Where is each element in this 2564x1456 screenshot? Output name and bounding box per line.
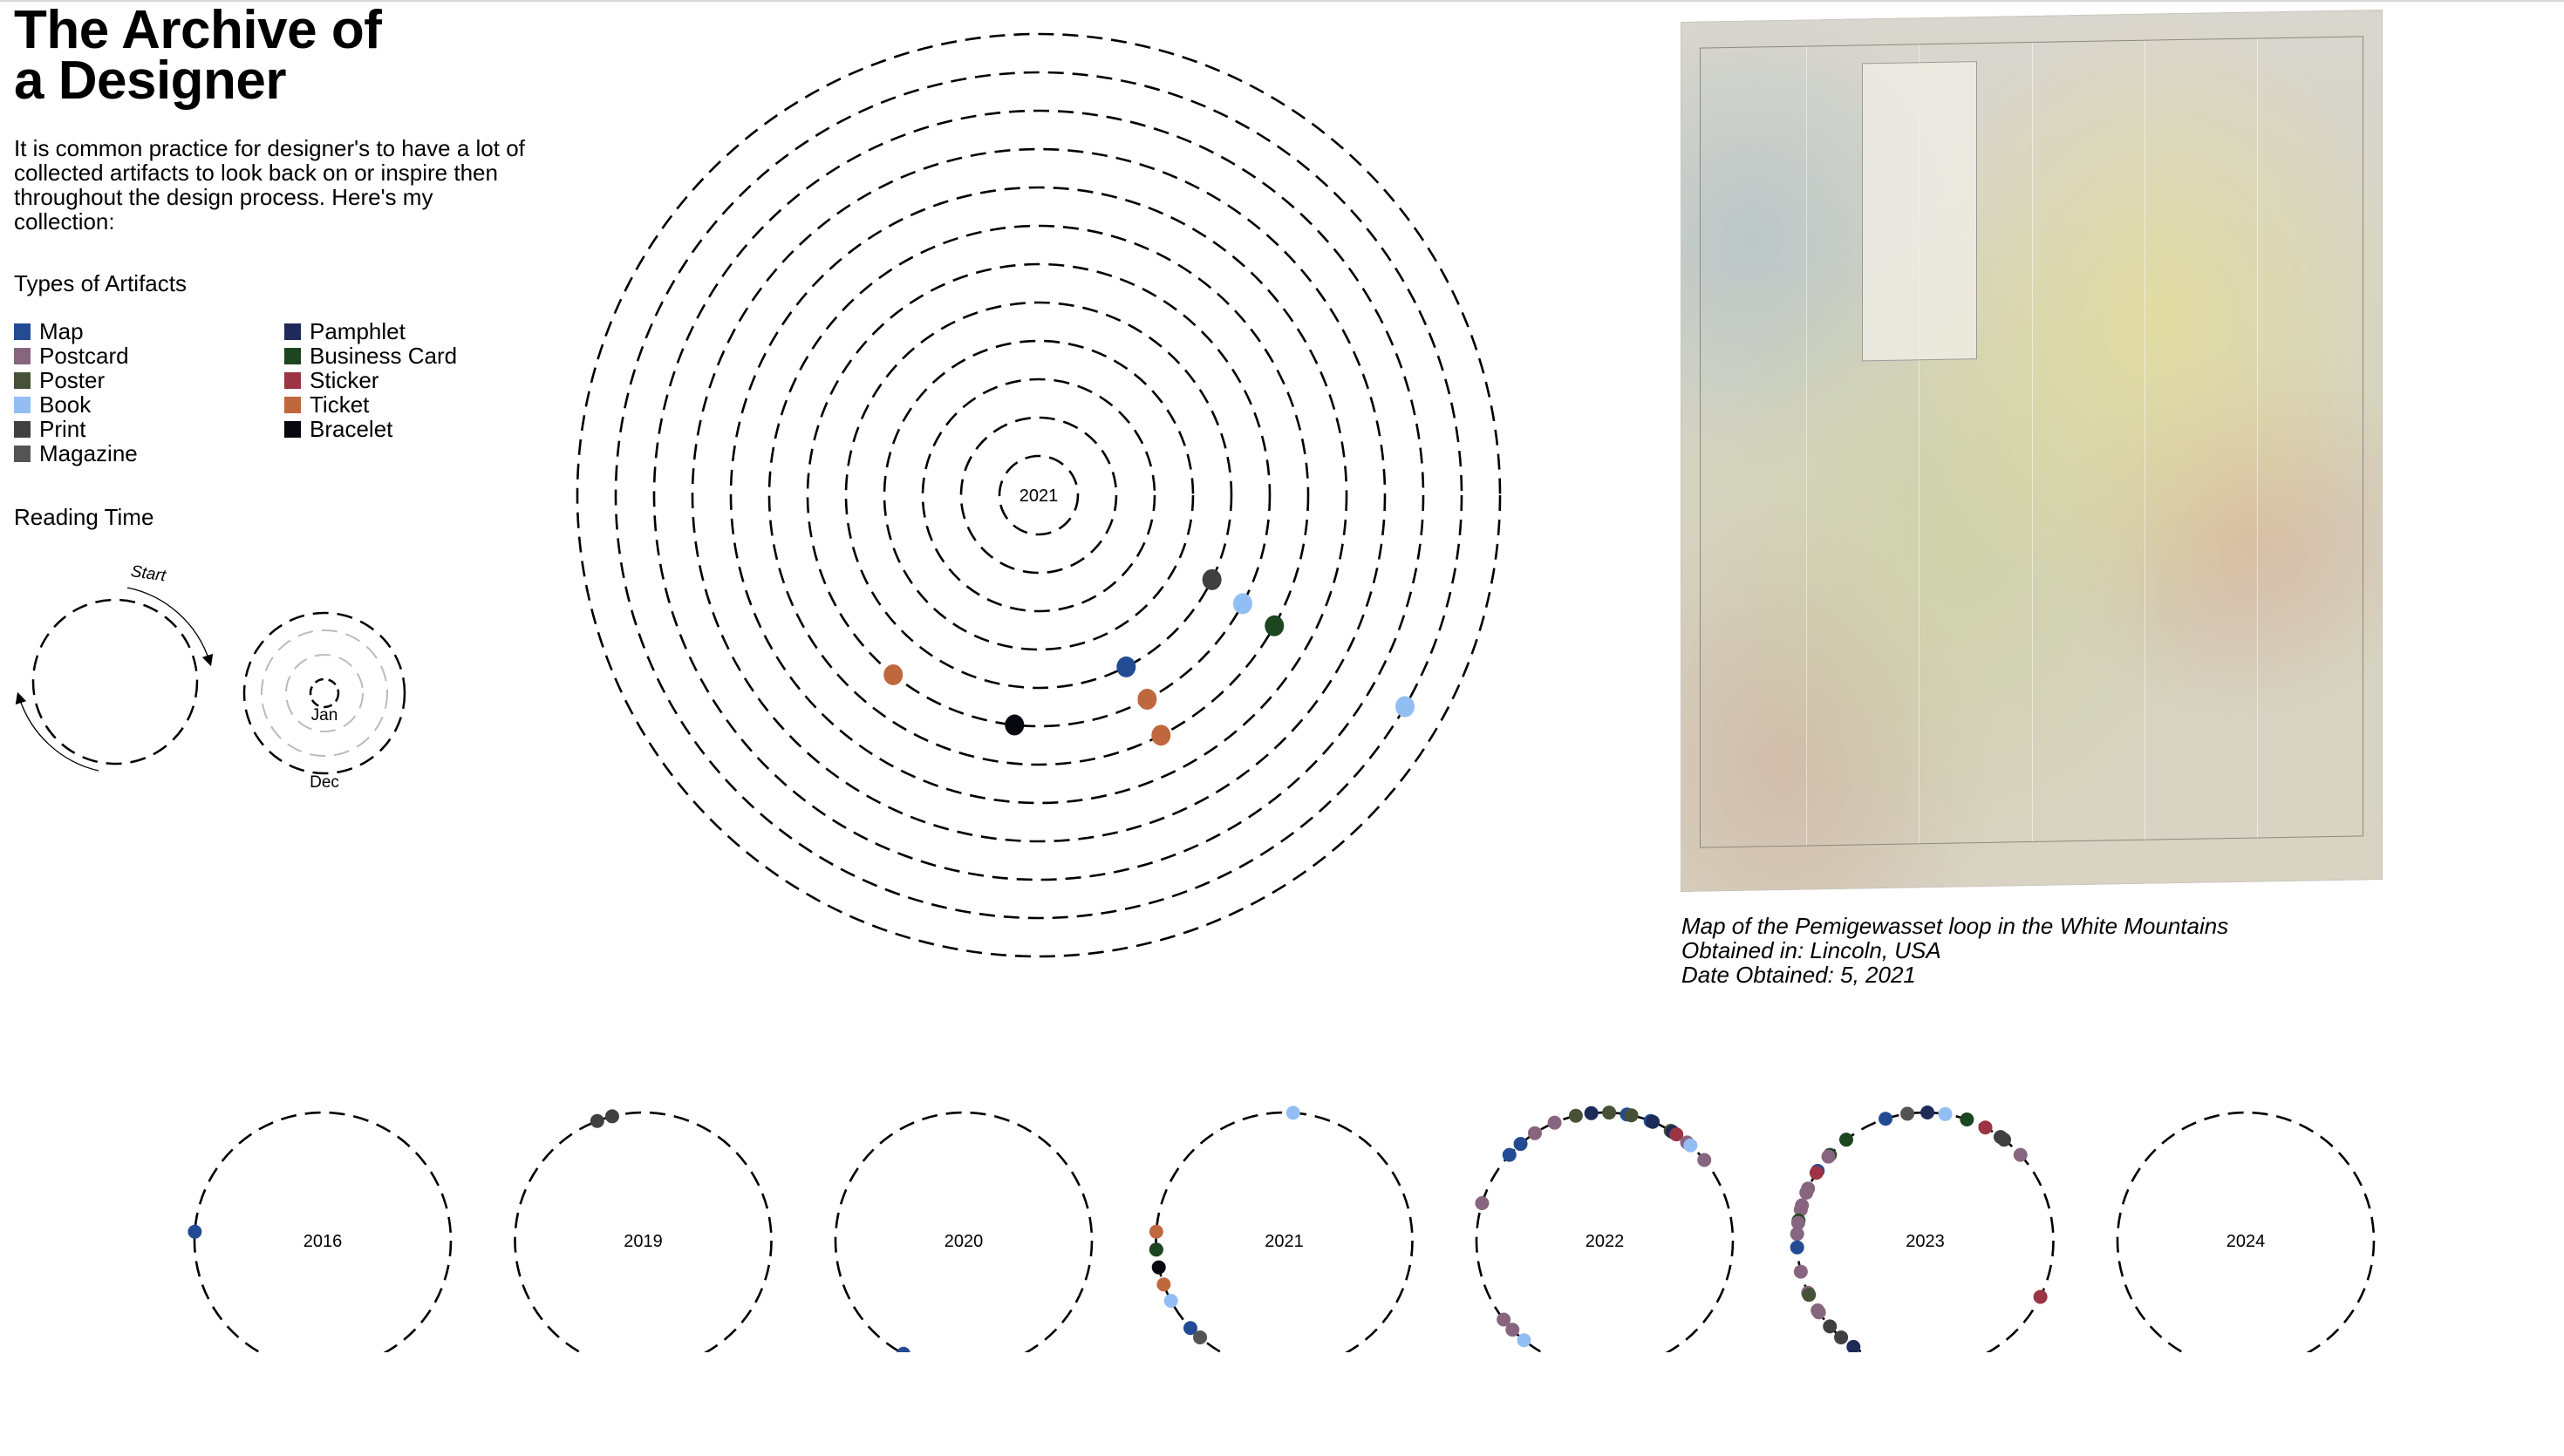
artifact-dot-print[interactable] bbox=[1823, 1319, 1838, 1334]
artifact-dot-postcard[interactable] bbox=[1811, 1305, 1826, 1320]
artifact-dot-book[interactable] bbox=[1683, 1138, 1698, 1153]
artifact-dot-book[interactable] bbox=[1938, 1106, 1953, 1121]
artifact-dot-poster[interactable] bbox=[1602, 1106, 1617, 1120]
artifact-dot-map[interactable] bbox=[1879, 1112, 1893, 1126]
artifact-dot-poster[interactable] bbox=[1568, 1108, 1583, 1123]
artifact-dot-postcard[interactable] bbox=[1821, 1149, 1836, 1164]
artifact-dot-business-card[interactable] bbox=[1960, 1112, 1974, 1127]
year-2021-radial-chart: 2021 bbox=[576, 32, 1502, 958]
map-border bbox=[1700, 36, 2363, 848]
artifact-dot-print[interactable] bbox=[1834, 1330, 1849, 1344]
year-label: 2023 bbox=[1906, 1232, 1945, 1251]
artifact-dot-pamphlet[interactable] bbox=[1584, 1106, 1599, 1120]
artifact-dot-postcard[interactable] bbox=[1547, 1115, 1562, 1130]
caption-title: Map of the Pemigewasset loop in the Whit… bbox=[1681, 913, 2229, 939]
artifact-dot-postcard[interactable] bbox=[1793, 1264, 1808, 1279]
artifact-dot-poster[interactable] bbox=[1624, 1108, 1639, 1123]
caption-date: Date Obtained: 5, 2021 bbox=[1681, 962, 1916, 988]
artifact-dot-business-card[interactable] bbox=[1149, 1242, 1163, 1257]
artifact-dot-print[interactable] bbox=[590, 1113, 604, 1128]
year-timeline-2021[interactable]: 2021 bbox=[1149, 1106, 1414, 1360]
artifact-dot-map[interactable] bbox=[897, 1346, 910, 1360]
artifact-dot-ticket[interactable] bbox=[1149, 1224, 1163, 1239]
year-label: 2020 bbox=[944, 1232, 984, 1251]
artifact-dot-ticket[interactable] bbox=[1156, 1277, 1171, 1292]
artifact-dot-print[interactable] bbox=[1202, 568, 1222, 590]
year-timeline-2016[interactable]: 2016 bbox=[188, 1111, 453, 1360]
artifact-dot-bracelet[interactable] bbox=[1005, 714, 1025, 736]
year-label: 2019 bbox=[624, 1232, 663, 1251]
year-timeline-2020[interactable]: 2020 bbox=[834, 1111, 1094, 1360]
year-label: 2021 bbox=[1265, 1232, 1304, 1251]
selected-artifact-image bbox=[1681, 9, 2383, 893]
artifact-dot-ticket[interactable] bbox=[1151, 725, 1171, 746]
artifact-dot-sticker[interactable] bbox=[1978, 1120, 1993, 1135]
artifact-dot-business-card[interactable] bbox=[1265, 615, 1285, 636]
artifact-dot-map[interactable] bbox=[1502, 1147, 1517, 1162]
artifact-dot-pamphlet[interactable] bbox=[1646, 1114, 1660, 1129]
artifact-dot-postcard[interactable] bbox=[2013, 1147, 2028, 1162]
caption-location: Obtained in: Lincoln, USA bbox=[1681, 937, 1941, 963]
artifact-dot-poster[interactable] bbox=[1802, 1288, 1817, 1303]
artifact-dot-postcard[interactable] bbox=[1697, 1153, 1712, 1167]
year-label: 2022 bbox=[1585, 1232, 1625, 1251]
artifact-dot-postcard[interactable] bbox=[1799, 1185, 1814, 1200]
year-timeline-2024[interactable]: 2024 bbox=[2116, 1111, 2376, 1360]
artifact-dot-magazine[interactable] bbox=[1193, 1330, 1208, 1344]
artifact-dot-map[interactable] bbox=[1116, 656, 1136, 677]
artifact-dot-business-card[interactable] bbox=[1838, 1133, 1853, 1147]
year-label: 2016 bbox=[303, 1232, 343, 1251]
artifact-dot-postcard[interactable] bbox=[1790, 1227, 1804, 1242]
artifact-dot-postcard[interactable] bbox=[1505, 1323, 1520, 1337]
artifact-dot-book[interactable] bbox=[1163, 1294, 1178, 1309]
map-legend-box bbox=[1862, 61, 1977, 362]
artifact-dot-ticket[interactable] bbox=[883, 663, 904, 685]
year-timeline-2023[interactable]: 2023 bbox=[1790, 1106, 2055, 1360]
year-timeline-2022[interactable]: 2022 bbox=[1475, 1106, 1735, 1360]
year-timeline-2019[interactable]: 2019 bbox=[514, 1109, 773, 1360]
artifact-dot-postcard[interactable] bbox=[1527, 1126, 1542, 1140]
artifact-dot-book[interactable] bbox=[1517, 1333, 1531, 1348]
year-label: 2024 bbox=[2226, 1232, 2266, 1251]
artifact-dot-pamphlet[interactable] bbox=[1846, 1339, 1861, 1354]
artifact-dot-print[interactable] bbox=[604, 1109, 619, 1124]
artifact-caption: Map of the Pemigewasset loop in the Whit… bbox=[1681, 914, 2228, 987]
artifact-dot-sticker[interactable] bbox=[1809, 1166, 1824, 1180]
artifact-dot-postcard[interactable] bbox=[1475, 1196, 1490, 1211]
artifact-dot-map[interactable] bbox=[1513, 1137, 1528, 1152]
artifact-dot-magazine[interactable] bbox=[1900, 1106, 1915, 1121]
yearly-timelines: 2016 2019 2020 2021 2022 2023 2024 bbox=[188, 1106, 2376, 1360]
artifact-dot-ticket[interactable] bbox=[1137, 688, 1157, 710]
artifact-dot-book[interactable] bbox=[1285, 1106, 1300, 1120]
artifact-dot-print[interactable] bbox=[1997, 1133, 2012, 1147]
artifact-dot-book[interactable] bbox=[1232, 593, 1252, 615]
chart-year-label: 2021 bbox=[1019, 486, 1059, 506]
artifact-dot-pamphlet[interactable] bbox=[1920, 1106, 1935, 1120]
artifact-dot-sticker[interactable] bbox=[2033, 1289, 2048, 1304]
artifact-dot-book[interactable] bbox=[1395, 696, 1415, 718]
artifact-dot-map[interactable] bbox=[1790, 1240, 1804, 1255]
artifact-dot-bracelet[interactable] bbox=[1151, 1260, 1166, 1275]
artifact-dot-map[interactable] bbox=[188, 1224, 202, 1239]
